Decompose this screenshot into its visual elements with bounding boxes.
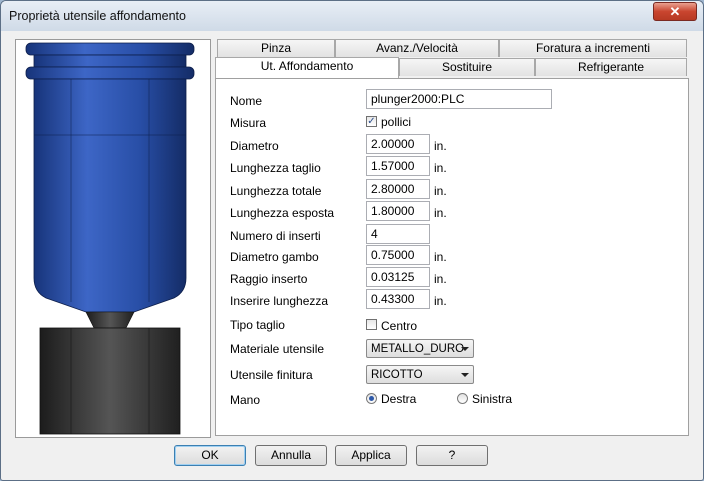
lunghezza-totale-unit: in. — [434, 184, 447, 198]
misura-label: Misura — [230, 116, 267, 130]
mano-label: Mano — [230, 393, 261, 407]
ok-button[interactable]: OK — [174, 445, 246, 466]
tab-foratura[interactable]: Foratura a incrementi — [499, 39, 687, 57]
diametro-gambo-input[interactable]: 0.75000 — [366, 245, 430, 265]
close-button[interactable]: ✕ — [653, 2, 697, 21]
sinistra-label: Sinistra — [472, 392, 513, 406]
dialog-client: Pinza Avanz./Velocità Foratura a increme… — [8, 31, 696, 472]
nome-label: Nome — [230, 94, 263, 108]
lunghezza-esposta-label: Lunghezza esposta — [230, 206, 335, 220]
finitura-label: Utensile finitura — [230, 368, 313, 382]
lunghezza-totale-input[interactable]: 2.80000 — [366, 179, 430, 199]
materiale-label: Materiale utensile — [230, 342, 325, 356]
pollici-checkbox[interactable]: ✓ — [366, 116, 377, 127]
chevron-down-icon — [461, 373, 469, 377]
raggio-inserto-unit: in. — [434, 272, 447, 286]
materiale-value: METALLO_DURO — [371, 343, 465, 355]
sinistra-radio[interactable] — [457, 393, 468, 404]
tab-refrigerante[interactable]: Refrigerante — [535, 58, 687, 76]
tab-avanz-velocita[interactable]: Avanz./Velocità — [335, 39, 499, 57]
inserire-lunghezza-unit: in. — [434, 294, 447, 308]
numero-inserti-input[interactable]: 4 — [366, 224, 430, 244]
destra-label: Destra — [381, 392, 417, 406]
dialog-window: Proprietà utensile affondamento ✕ Pinza … — [0, 0, 704, 481]
title-bar[interactable]: Proprietà utensile affondamento ✕ — [1, 1, 703, 31]
diametro-input[interactable]: 2.00000 — [366, 134, 430, 154]
tab-sostituire[interactable]: Sostituire — [399, 58, 535, 76]
nome-input[interactable]: plunger2000:PLC — [366, 89, 552, 109]
lunghezza-taglio-unit: in. — [434, 161, 447, 175]
lunghezza-esposta-input[interactable]: 1.80000 — [366, 201, 430, 221]
chevron-down-icon — [461, 347, 469, 351]
tab-ut-affondamento[interactable]: Ut. Affondamento — [215, 57, 399, 78]
plunge-tool-icon — [25, 42, 195, 435]
materiale-dropdown[interactable]: METALLO_DURO — [366, 339, 474, 358]
finitura-dropdown[interactable]: RICOTTO — [366, 365, 474, 384]
tipo-taglio-label: Tipo taglio — [230, 318, 285, 332]
inserire-lunghezza-label: Inserire lunghezza — [230, 294, 329, 308]
lunghezza-esposta-unit: in. — [434, 206, 447, 220]
diametro-unit: in. — [434, 139, 447, 153]
checkmark-icon: ✓ — [367, 115, 376, 127]
help-button[interactable]: ? — [416, 445, 488, 466]
diametro-label: Diametro — [230, 139, 279, 153]
finitura-value: RICOTTO — [371, 369, 423, 381]
inserire-lunghezza-input[interactable]: 0.43300 — [366, 289, 430, 309]
close-icon: ✕ — [669, 3, 681, 19]
lunghezza-taglio-input[interactable]: 1.57000 — [366, 156, 430, 176]
raggio-inserto-label: Raggio inserto — [230, 272, 308, 286]
tab-pinza[interactable]: Pinza — [217, 39, 335, 57]
tool-preview — [15, 39, 211, 438]
numero-inserti-label: Numero di inserti — [230, 229, 321, 243]
diametro-gambo-label: Diametro gambo — [230, 250, 319, 264]
raggio-inserto-input[interactable]: 0.03125 — [366, 267, 430, 287]
destra-radio[interactable] — [366, 393, 377, 404]
lunghezza-taglio-label: Lunghezza taglio — [230, 161, 321, 175]
tab-control: Pinza Avanz./Velocità Foratura a increme… — [215, 39, 689, 437]
window-title: Proprietà utensile affondamento — [9, 9, 186, 23]
pollici-label: pollici — [381, 115, 412, 129]
lunghezza-totale-label: Lunghezza totale — [230, 184, 322, 198]
centro-label: Centro — [381, 319, 418, 333]
tab-panel-ut-affondamento: Nome plunger2000:PLC Misura ✓ pollici Di… — [215, 78, 689, 436]
diametro-gambo-unit: in. — [434, 250, 447, 264]
annulla-button[interactable]: Annulla — [255, 445, 327, 466]
applica-button[interactable]: Applica — [335, 445, 407, 466]
centro-checkbox[interactable] — [366, 319, 377, 330]
